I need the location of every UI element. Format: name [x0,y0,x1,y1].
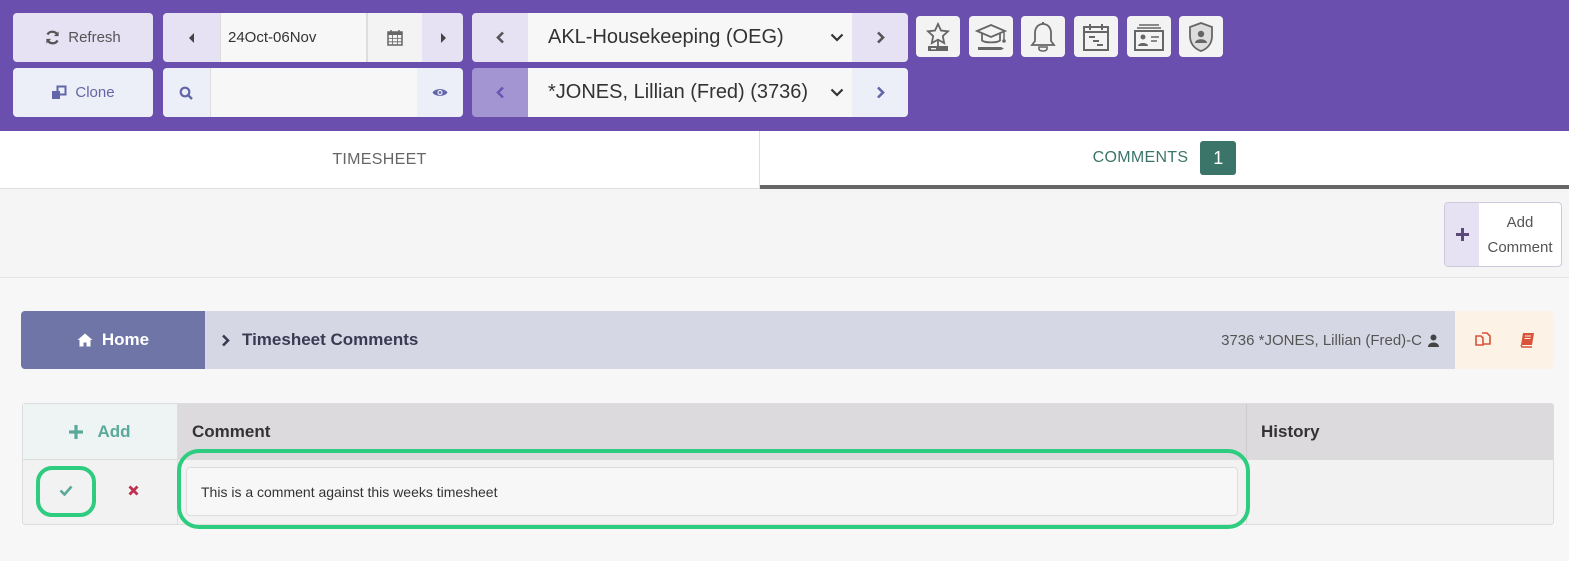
column-header-history[interactable]: History [1246,404,1553,460]
search-icon [179,86,194,100]
cancel-row-button[interactable] [121,478,145,502]
caret-right-icon [440,32,446,43]
next-location-button[interactable] [852,13,908,62]
location-selector: AKL-Housekeeping (OEG) [472,13,908,62]
close-icon [128,485,138,495]
award-icon [925,21,951,51]
refresh-icon [45,30,60,45]
previous-employee-button[interactable] [472,68,528,117]
save-row-button[interactable] [39,468,93,513]
comments-grid: Add Comment History [22,403,1554,525]
training-icon [975,23,1007,50]
award-button[interactable] [916,16,960,57]
check-icon [59,485,73,496]
notifications-button[interactable] [1021,16,1065,57]
location-select-value: AKL-Housekeeping (OEG) [548,26,784,48]
tab-comments[interactable]: COMMENTS 1 [760,131,1569,189]
breadcrumb-actions [1455,311,1554,369]
notifications-icon [1030,21,1056,52]
column-divider [177,460,178,524]
breadcrumb-employee-label: 3736 *JONES, Lillian (Fred)-C [1221,331,1422,349]
plus-icon [1445,203,1479,266]
tab-bar: TIMESHEET COMMENTS 1 [0,131,1569,189]
user-icon [1428,334,1439,347]
chevron-right-icon [876,31,885,44]
eye-icon [432,89,448,96]
clone-icon [51,85,67,101]
history-cell [1247,460,1553,524]
breadcrumb-employee: 3736 *JONES, Lillian (Fred)-C [1221,332,1455,349]
next-employee-button[interactable] [852,68,908,117]
plus-icon [69,424,84,439]
employee-selector: *JONES, Lillian (Fred) (3736) [472,68,908,117]
chevron-down-icon [830,88,844,97]
comment-input[interactable] [186,467,1238,516]
clone-label: Clone [75,84,115,101]
refresh-button[interactable]: Refresh [13,13,153,62]
date-range-picker: 24Oct-06Nov [163,13,463,62]
roster-calendar-icon [1083,23,1109,51]
refresh-label: Refresh [68,29,121,46]
home-icon [77,333,93,347]
security-shield-button[interactable] [1179,16,1223,57]
calendar-button[interactable] [366,13,422,62]
calendar-icon [387,30,403,46]
tab-timesheet-label: TIMESHEET [332,151,427,168]
caret-left-icon [188,32,194,43]
chevron-left-icon [495,31,504,44]
date-range-field[interactable]: 24Oct-06Nov [220,13,366,62]
breadcrumb-current: Timesheet Comments 3736 *JONES, Lillian … [205,311,1455,369]
location-select[interactable]: AKL-Housekeeping (OEG) [528,13,852,62]
breadcrumb-home[interactable]: Home [21,311,205,369]
table-row-actions [23,460,177,524]
search-group [163,68,463,117]
chevron-left-icon [495,86,504,99]
employee-select[interactable]: *JONES, Lillian (Fred) (3736) [528,68,852,117]
chevron-right-icon [221,334,230,347]
employee-card-button[interactable] [1127,16,1171,57]
book-icon[interactable] [1519,332,1535,348]
previous-location-button[interactable] [472,13,528,62]
chevron-down-icon [830,33,844,42]
tab-timesheet[interactable]: TIMESHEET [0,131,760,189]
security-shield-icon [1189,21,1213,52]
chevron-right-icon [876,86,885,99]
add-comment-button[interactable]: Add Comment [1444,202,1562,267]
employee-select-value: *JONES, Lillian (Fred) (3736) [548,81,809,103]
top-toolbar: Refresh Clone 24Oct-06Nov AKL-Housekeepi… [0,0,1569,131]
training-button[interactable] [969,16,1013,57]
next-period-button[interactable] [422,13,463,62]
add-row-button[interactable]: Add [23,404,177,460]
breadcrumb: Home Timesheet Comments 3736 *JONES, Lil… [21,311,1554,369]
view-toggle-button[interactable] [416,68,463,117]
add-row-label: Add [97,421,131,441]
breadcrumb-current-label: Timesheet Comments [242,330,419,349]
home-label: Home [101,330,150,349]
employee-card-icon [1134,23,1164,51]
previous-period-button[interactable] [163,13,220,62]
search-input[interactable] [209,68,417,117]
add-comment-label: Add Comment [1487,213,1553,256]
tab-comments-label: COMMENTS [1092,149,1189,166]
comments-count-badge: 1 [1200,141,1237,175]
action-bar: Add Comment [0,189,1569,278]
clone-button[interactable]: Clone [13,68,153,117]
column-header-comment[interactable]: Comment [177,404,1246,460]
roster-calendar-button[interactable] [1074,16,1118,57]
copy-icon[interactable] [1474,331,1492,349]
search-button[interactable] [163,68,210,117]
